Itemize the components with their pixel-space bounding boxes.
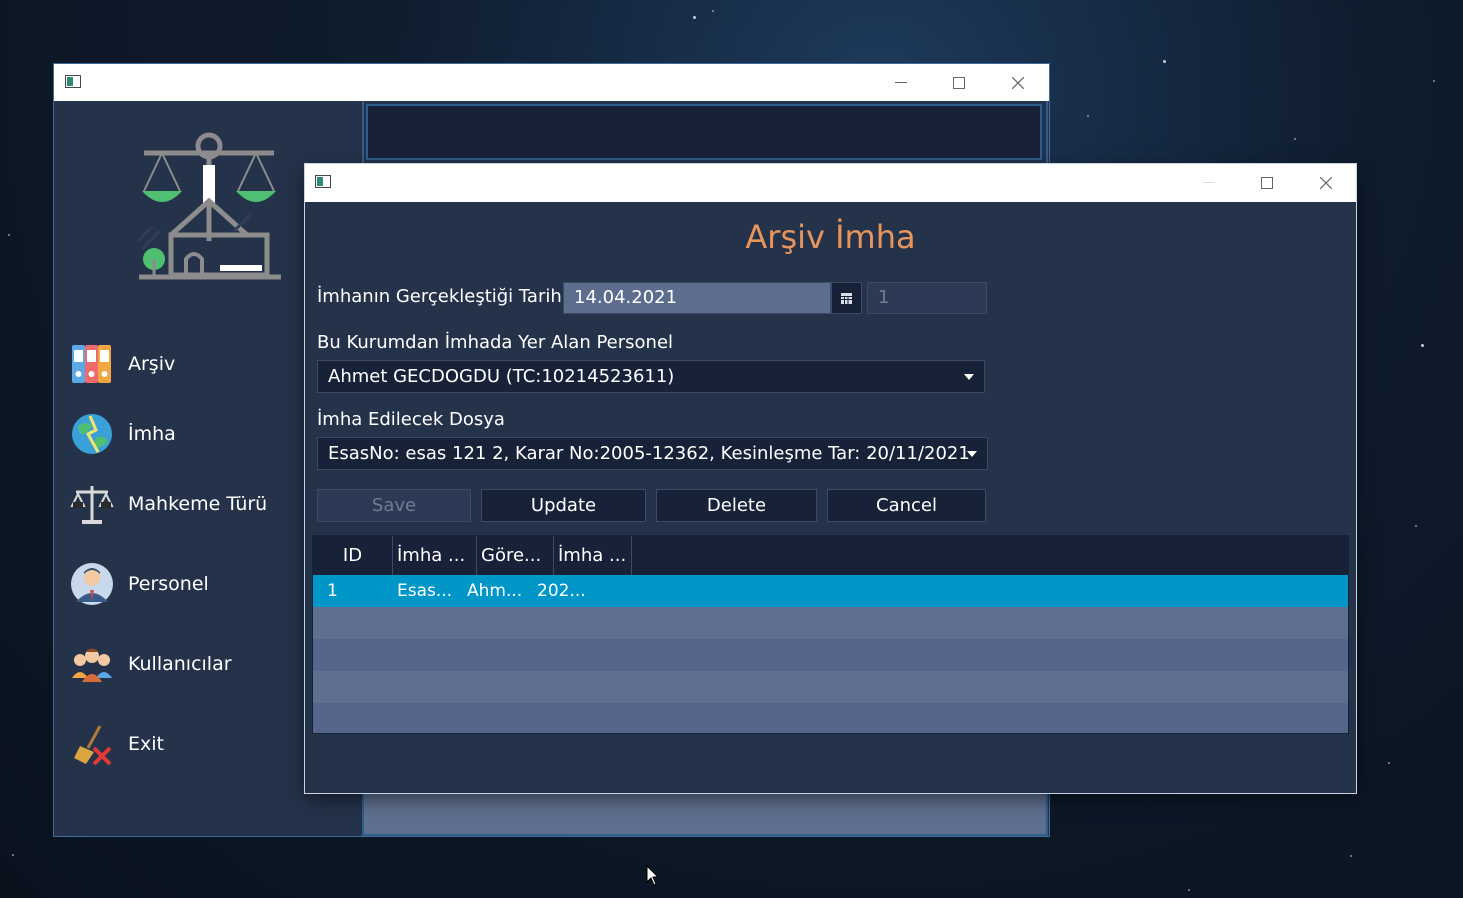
- sidebar-item-personel[interactable]: Personel: [70, 561, 209, 607]
- imha-table[interactable]: ID İmha ... Göre... İmha ... 1 Esas... A…: [312, 535, 1349, 734]
- maximize-button[interactable]: [1238, 164, 1296, 201]
- column-header-imha-tarihi[interactable]: İmha ...: [554, 536, 632, 575]
- sidebar-item-arsiv[interactable]: Arşiv: [70, 341, 175, 387]
- table-row-empty: [313, 639, 1348, 671]
- table-row-empty: [313, 703, 1348, 733]
- maximize-icon: [953, 76, 965, 89]
- star: [1087, 115, 1089, 117]
- cancel-button[interactable]: Cancel: [827, 489, 986, 522]
- cell-imha-edilen: Esas...: [397, 581, 453, 601]
- sidebar-item-imha[interactable]: İmha: [70, 411, 176, 457]
- star: [8, 234, 10, 236]
- dialog-title: Arşiv İmha: [745, 218, 916, 256]
- main-titlebar[interactable]: [54, 64, 1049, 101]
- sidebar-item-exit[interactable]: Exit: [70, 721, 164, 767]
- table-row-empty: [313, 607, 1348, 639]
- person-avatar-icon: [70, 562, 114, 606]
- sidebar-item-label: Kullanıcılar: [128, 653, 232, 675]
- mouse-cursor-icon: [646, 865, 660, 886]
- star: [1421, 344, 1424, 347]
- sidebar-item-label: İmha: [128, 423, 176, 445]
- id-field: 1: [867, 282, 987, 314]
- table-header: ID İmha ... Göre... İmha ...: [313, 536, 1348, 575]
- sidebar-item-label: Personel: [128, 573, 209, 595]
- scales-icon: [70, 482, 114, 526]
- star: [12, 854, 14, 856]
- chevron-down-icon: [967, 451, 977, 457]
- personnel-label: Bu Kurumdan İmhada Yer Alan Personel: [317, 332, 674, 353]
- cell-gorevli: Ahm...: [467, 581, 523, 601]
- justice-logo-icon: [136, 132, 281, 280]
- chevron-down-icon: [964, 374, 974, 380]
- star: [1163, 60, 1166, 63]
- column-header-id[interactable]: ID: [313, 536, 393, 575]
- personnel-select-value: Ahmet GECDOGDU (TC:10214523611): [328, 366, 675, 387]
- app-window-icon: [65, 75, 81, 88]
- file-select[interactable]: EsasNo: esas 121 2, Karar No:2005-12362,…: [317, 437, 988, 470]
- date-label: İmhanın Gerçekleştiği Tarih: [317, 286, 562, 307]
- sidebar-item-label: Mahkeme Türü: [128, 493, 268, 515]
- maximize-icon: [1261, 176, 1273, 189]
- main-bottom-strip: [362, 792, 1048, 836]
- cell-id: 1: [327, 581, 338, 601]
- sidebar-item-label: Exit: [128, 733, 164, 755]
- star: [693, 16, 696, 19]
- app-window-icon: [315, 175, 331, 188]
- close-button[interactable]: [989, 64, 1047, 101]
- date-input[interactable]: 14.04.2021: [563, 282, 831, 314]
- star: [1415, 525, 1417, 527]
- sidebar-item-kullanicilar[interactable]: Kullanıcılar: [70, 641, 232, 687]
- star: [1188, 889, 1190, 891]
- sidebar-item-label: Arşiv: [128, 353, 176, 375]
- delete-button[interactable]: Delete: [656, 489, 817, 522]
- table-row[interactable]: 1 Esas... Ahm... 202...: [313, 575, 1348, 607]
- table-row-empty: [313, 671, 1348, 703]
- sidebar-item-mahkeme-turu[interactable]: Mahkeme Türü: [70, 481, 267, 527]
- dialog-titlebar[interactable]: [305, 164, 1356, 202]
- globe-destroy-icon: [70, 412, 114, 456]
- minimize-button[interactable]: [1180, 164, 1238, 201]
- star: [1294, 138, 1296, 140]
- users-group-icon: [70, 642, 114, 686]
- calendar-icon: [841, 292, 852, 304]
- date-picker-button[interactable]: [831, 282, 862, 314]
- star: [1433, 80, 1435, 82]
- file-label: İmha Edilecek Dosya: [317, 409, 505, 430]
- update-button[interactable]: Update: [481, 489, 646, 522]
- close-icon: [1012, 76, 1024, 89]
- column-header-gorevli[interactable]: Göre...: [477, 536, 554, 575]
- star: [1350, 855, 1352, 857]
- maximize-button[interactable]: [930, 64, 988, 101]
- exit-broom-icon: [70, 722, 114, 766]
- arsiv-imha-dialog: Arşiv İmha İmhanın Gerçekleştiği Tarih 1…: [305, 164, 1356, 793]
- close-icon: [1320, 176, 1332, 189]
- column-header-imha-edilen[interactable]: İmha ...: [393, 536, 477, 575]
- file-select-value: EsasNo: esas 121 2, Karar No:2005-12362,…: [328, 443, 970, 464]
- minimize-icon: [1203, 181, 1215, 183]
- star: [1388, 762, 1390, 764]
- close-button[interactable]: [1297, 164, 1355, 201]
- archive-binders-icon: [70, 342, 114, 386]
- minimize-icon: [895, 81, 907, 83]
- minimize-button[interactable]: [872, 64, 930, 101]
- star: [712, 10, 714, 12]
- personnel-select[interactable]: Ahmet GECDOGDU (TC:10214523611): [317, 360, 985, 393]
- cell-imha-tarihi: 202...: [537, 581, 586, 601]
- main-top-panel: [366, 104, 1042, 160]
- save-button[interactable]: Save: [317, 489, 471, 522]
